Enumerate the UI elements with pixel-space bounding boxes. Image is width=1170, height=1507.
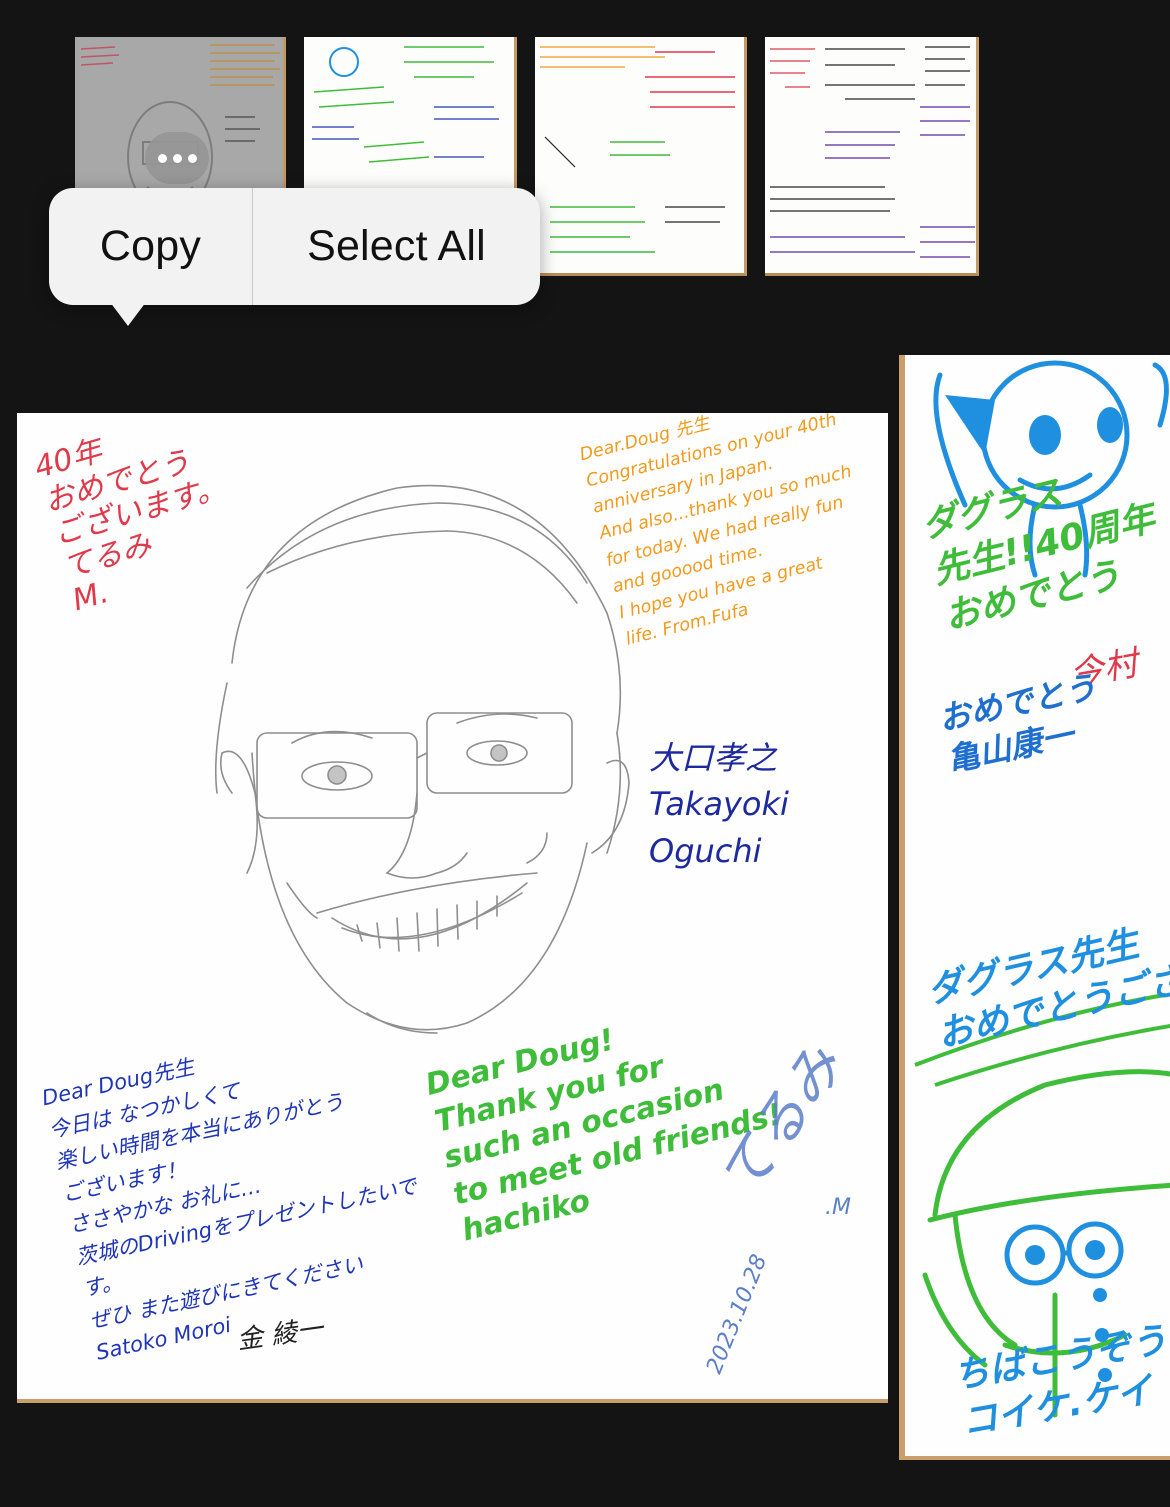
select-all-button[interactable]: Select All <box>253 188 540 305</box>
next-photo-card[interactable]: ダグラス 先生!!40周年 おめでとう 今村 おめでとう 亀山康一 ダグラス先生… <box>899 355 1170 1460</box>
more-options-button[interactable] <box>145 132 209 184</box>
thumbnail-congratulations-card[interactable] <box>535 37 747 276</box>
photo-viewer: Copy Select All 40年 おめでとう ございます。 てるみ M. … <box>0 0 1170 1507</box>
context-menu: Copy Select All <box>49 188 540 305</box>
copy-button[interactable]: Copy <box>49 188 252 305</box>
ellipsis-icon <box>157 153 167 163</box>
menu-pointer <box>110 302 146 326</box>
signature-oguchi: 大口孝之 Takayoki Oguchi <box>649 739 789 870</box>
thumbnail-messages-card[interactable] <box>765 37 979 276</box>
main-photo-card[interactable]: 40年 おめでとう ございます。 てるみ M. Dear.Doug 先生 Con… <box>17 413 888 1403</box>
signature-mark: .M <box>825 1195 851 1220</box>
